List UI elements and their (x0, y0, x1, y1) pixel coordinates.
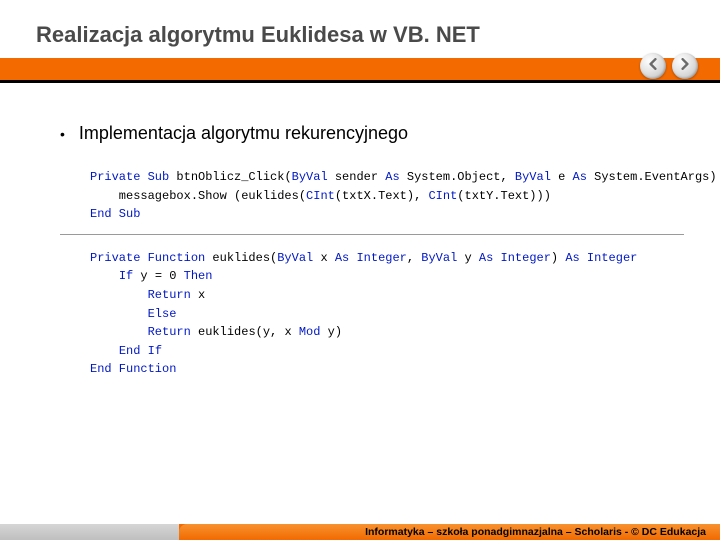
code-block-2: Private Function euklides(ByVal x As Int… (60, 249, 684, 379)
code-divider (60, 234, 684, 235)
code-line: If y = 0 Then (90, 267, 672, 286)
arrow-left-icon (647, 57, 659, 75)
title-area: Realizacja algorytmu Euklidesa w VB. NET (0, 0, 720, 58)
arrow-right-icon (679, 57, 691, 75)
footer: Informatyka – szkoła ponadgimnazjalna – … (0, 514, 720, 540)
bullet-item: • Implementacja algorytmu rekurencyjnego (60, 123, 684, 144)
code-line: End Function (90, 360, 672, 379)
footer-text: Informatyka – szkoła ponadgimnazjalna – … (365, 526, 706, 538)
code-line: Private Function euklides(ByVal x As Int… (90, 249, 672, 268)
code-line: Return x (90, 286, 672, 305)
code-line: End If (90, 342, 672, 361)
nav-buttons (640, 53, 698, 79)
code-line: Else (90, 305, 672, 324)
code-line: messagebox.Show (euklides(CInt(txtX.Text… (90, 187, 672, 206)
accent-bar (0, 58, 720, 80)
code-block-1: Private Sub btnOblicz_Click(ByVal sender… (60, 168, 684, 224)
bullet-text: Implementacja algorytmu rekurencyjnego (79, 123, 408, 144)
nav-next-button[interactable] (672, 53, 698, 79)
code-line: Return euklides(y, x Mod y) (90, 323, 672, 342)
slide: Realizacja algorytmu Euklidesa w VB. NET… (0, 0, 720, 540)
footer-segment-grey (0, 524, 185, 540)
bullet-dot-icon: • (60, 127, 65, 141)
code-line: End Sub (90, 205, 672, 224)
content-area: • Implementacja algorytmu rekurencyjnego… (0, 83, 720, 379)
code-line: Private Sub btnOblicz_Click(ByVal sender… (90, 168, 672, 187)
slide-title: Realizacja algorytmu Euklidesa w VB. NET (36, 22, 720, 48)
nav-prev-button[interactable] (640, 53, 666, 79)
